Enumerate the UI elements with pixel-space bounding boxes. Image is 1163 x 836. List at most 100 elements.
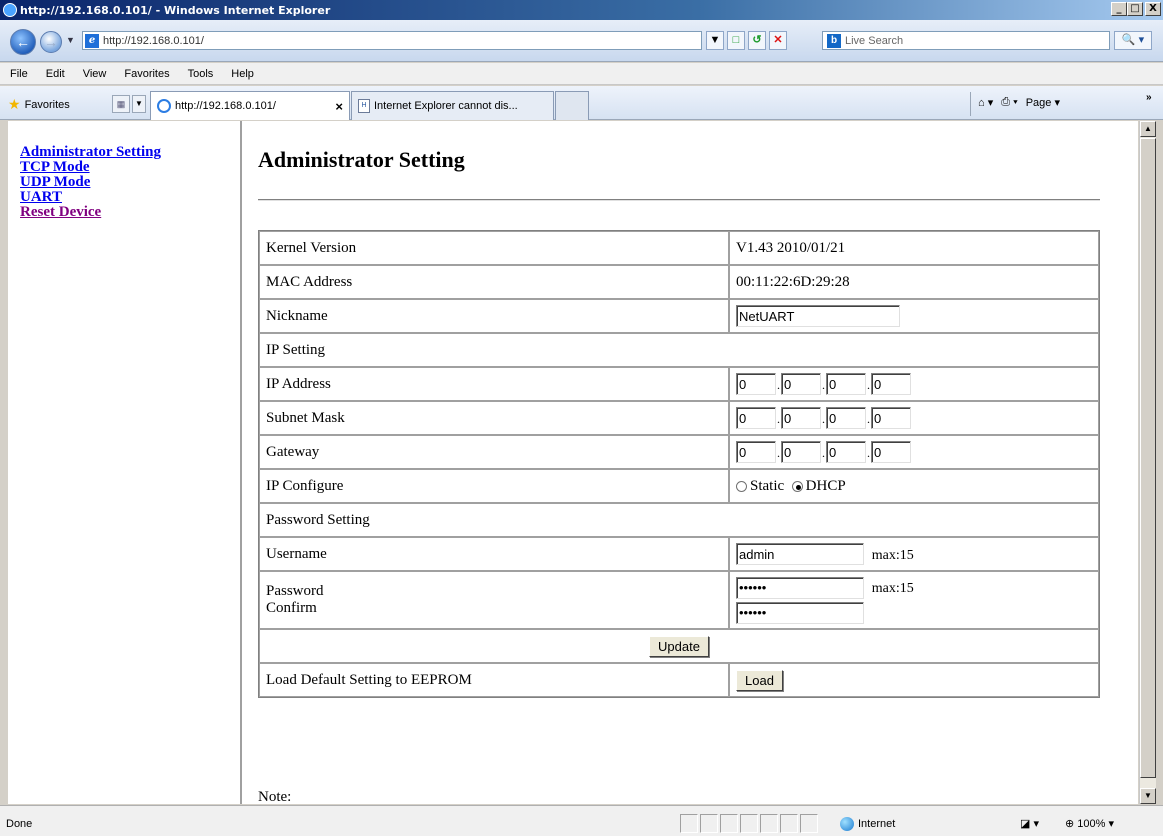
- menu-bar: File Edit View Favorites Tools Help: [0, 63, 1163, 85]
- nav-uart[interactable]: UART: [20, 190, 240, 205]
- dhcp-radio[interactable]: [791, 480, 803, 492]
- update-button[interactable]: Update: [649, 635, 709, 657]
- more-commands-icon[interactable]: »: [1146, 92, 1152, 103]
- tab-error-label: Internet Explorer cannot dis...: [374, 100, 518, 112]
- status-pane: [700, 814, 718, 833]
- menu-tools[interactable]: Tools: [186, 68, 216, 80]
- stop-button[interactable]: ✕: [769, 31, 787, 50]
- mask-octet-2[interactable]: [781, 407, 821, 429]
- page-title: Administrator Setting: [258, 147, 465, 172]
- url-dropdown-button[interactable]: ▼: [706, 31, 724, 50]
- refresh-button[interactable]: ↺: [748, 31, 766, 50]
- menu-file[interactable]: File: [8, 68, 30, 80]
- status-text: Done: [6, 818, 33, 830]
- close-window-button[interactable]: X: [1145, 2, 1161, 16]
- menu-view[interactable]: View: [81, 68, 109, 80]
- search-input[interactable]: b Live Search: [822, 31, 1110, 50]
- password-label: Password: [266, 583, 324, 599]
- gateway-octet-1[interactable]: [736, 441, 776, 463]
- address-bar: ← → ▼ e http://192.168.0.101/ ▼ □ ↺ ✕ b …: [0, 20, 1163, 62]
- ip-octet-4[interactable]: [871, 373, 911, 395]
- security-zone[interactable]: Internet: [840, 817, 895, 831]
- tab-current[interactable]: http://192.168.0.101/ ×: [150, 91, 350, 120]
- gateway-label: Gateway: [259, 435, 729, 469]
- menu-favorites[interactable]: Favorites: [122, 68, 171, 80]
- table-row: Update: [259, 629, 1099, 663]
- compatibility-icon[interactable]: □: [727, 31, 745, 50]
- mask-octet-1[interactable]: [736, 407, 776, 429]
- scroll-up-icon[interactable]: ▲: [1140, 121, 1156, 137]
- scroll-thumb[interactable]: [1140, 138, 1156, 778]
- password-setting-section: Password Setting: [259, 503, 1099, 537]
- table-row: Subnet Mask ...: [259, 401, 1099, 435]
- zoom-level[interactable]: ⊕ 100% ▾: [1065, 817, 1114, 830]
- static-radio[interactable]: [736, 480, 747, 492]
- favorites-label: Favorites: [24, 98, 70, 111]
- ip-octet-3[interactable]: [826, 373, 866, 395]
- nickname-input[interactable]: [736, 305, 900, 327]
- confirm-label: Confirm: [266, 600, 317, 616]
- sidebar-nav: Administrator Setting TCP Mode UDP Mode …: [8, 121, 242, 804]
- table-row: IP Address ...: [259, 367, 1099, 401]
- close-tab-icon[interactable]: ×: [335, 99, 343, 114]
- toolbar-separator: [970, 92, 971, 116]
- dhcp-radio-label: DHCP: [805, 477, 846, 494]
- table-row: Load Default Setting to EEPROM Load: [259, 663, 1099, 697]
- ip-configure-label: IP Configure: [259, 469, 729, 503]
- home-icon[interactable]: ⌂ ▾: [978, 96, 993, 109]
- username-input[interactable]: [736, 543, 864, 565]
- nav-udp-mode[interactable]: UDP Mode: [20, 175, 240, 190]
- static-radio-label: Static: [750, 477, 785, 494]
- page-menu[interactable]: Page ▾: [1026, 96, 1060, 109]
- mask-octet-3[interactable]: [826, 407, 866, 429]
- forward-button[interactable]: →: [40, 31, 62, 53]
- table-row: Nickname: [259, 299, 1099, 333]
- url-text: http://192.168.0.101/: [103, 34, 204, 47]
- note-text: Note:: [258, 789, 292, 804]
- url-input[interactable]: e http://192.168.0.101/: [82, 31, 702, 50]
- nickname-label: Nickname: [259, 299, 729, 333]
- status-pane: [720, 814, 738, 833]
- protected-mode-icon[interactable]: ◪ ▾: [1020, 817, 1039, 830]
- gateway-octet-3[interactable]: [826, 441, 866, 463]
- menu-help[interactable]: Help: [229, 68, 256, 80]
- nav-reset-device[interactable]: Reset Device: [20, 205, 240, 220]
- title-divider: [258, 199, 1100, 201]
- search-placeholder: Live Search: [845, 34, 904, 47]
- history-dropdown-icon[interactable]: ▼: [66, 35, 75, 45]
- table-row: IP Configure Static DHCP: [259, 469, 1099, 503]
- scroll-down-icon[interactable]: ▼: [1140, 788, 1156, 804]
- nav-tcp-mode[interactable]: TCP Mode: [20, 160, 240, 175]
- gateway-octet-4[interactable]: [871, 441, 911, 463]
- tab-list-dropdown[interactable]: ▼: [132, 95, 146, 113]
- minimize-button[interactable]: _: [1111, 2, 1127, 16]
- mac-label: MAC Address: [259, 265, 729, 299]
- confirm-password-input[interactable]: [736, 601, 864, 624]
- zone-label: Internet: [858, 818, 896, 830]
- quick-tabs-icon[interactable]: ▦: [112, 95, 130, 113]
- status-pane: [800, 814, 818, 833]
- ip-octet-1[interactable]: [736, 373, 776, 395]
- menu-edit[interactable]: Edit: [44, 68, 67, 80]
- maximize-button[interactable]: □: [1127, 2, 1143, 16]
- password-input[interactable]: [736, 576, 864, 599]
- page-icon: e: [85, 33, 99, 48]
- window-title-bar[interactable]: http://192.168.0.101/ - Windows Internet…: [0, 0, 1163, 20]
- username-label: Username: [259, 537, 729, 571]
- password-max-hint: max:15: [871, 581, 914, 596]
- print-icon[interactable]: ⎙ ▾: [1001, 96, 1017, 109]
- back-button[interactable]: ←: [10, 29, 36, 55]
- favorites-bar: ★ Favorites ▦ ▼ http://192.168.0.101/ × …: [0, 86, 1163, 120]
- load-button[interactable]: Load: [736, 669, 783, 691]
- search-button[interactable]: 🔍 ▾: [1114, 31, 1152, 50]
- window-title: http://192.168.0.101/ - Windows Internet…: [20, 3, 331, 17]
- mask-octet-4[interactable]: [871, 407, 911, 429]
- nav-administrator-setting[interactable]: Administrator Setting: [20, 145, 240, 160]
- favorites-button[interactable]: ★ Favorites: [8, 96, 70, 113]
- globe-icon: [840, 817, 854, 831]
- vertical-scrollbar[interactable]: ▲ ▼: [1139, 121, 1156, 804]
- gateway-octet-2[interactable]: [781, 441, 821, 463]
- ip-octet-2[interactable]: [781, 373, 821, 395]
- tab-error[interactable]: H Internet Explorer cannot dis...: [351, 91, 554, 120]
- new-tab-button[interactable]: [555, 91, 589, 120]
